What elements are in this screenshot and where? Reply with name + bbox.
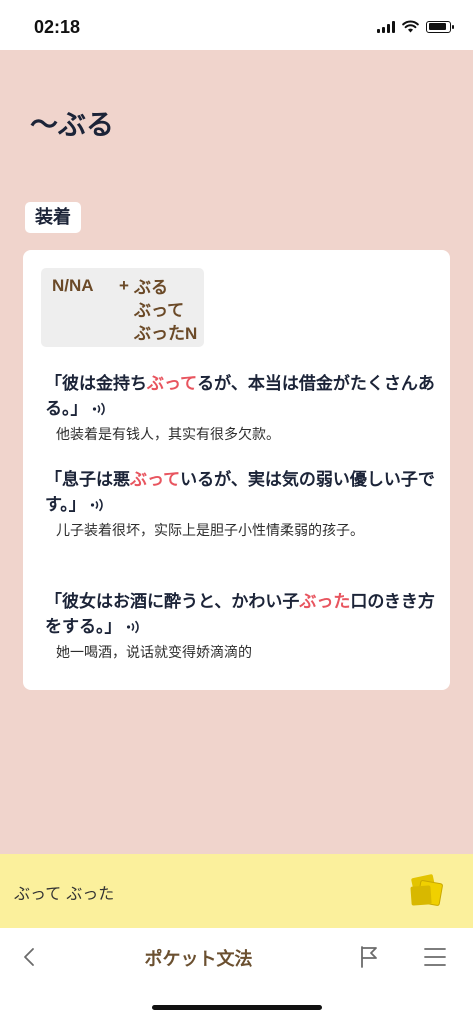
example-translation: 他装着是有钱人，其实有很多欠款。 <box>56 427 280 443</box>
example-sentence: 「彼女はお酒に酔うと、かわい子ぶった口のきき方をする。」 <box>45 590 445 640</box>
cellular-signal-icon <box>377 20 395 33</box>
formula-forms: ぶる ぶって ぶったN <box>134 276 197 345</box>
wifi-icon <box>402 20 419 33</box>
menu-icon[interactable] <box>424 946 446 968</box>
grammar-highlight: ぶって <box>130 470 181 490</box>
speaker-icon[interactable] <box>126 620 142 634</box>
formula-form: ぶったN <box>134 324 198 343</box>
section-label: 装着 <box>25 202 81 233</box>
speaker-icon[interactable] <box>90 498 106 512</box>
example-sentence: 「息子は悪ぶっているが、実は気の弱い優しい子です。」 <box>45 468 445 518</box>
example-sentence: 「彼は金持ちぶってるが、本当は借金がたくさんある。」 <box>45 372 445 422</box>
toolbar-title: ポケット文法 <box>144 949 253 970</box>
bottom-banner[interactable]: ぶって ぶった <box>0 854 473 928</box>
home-indicator <box>152 1005 322 1010</box>
formula-form: ぶる <box>134 278 168 297</box>
status-icons <box>377 20 454 33</box>
banner-text: ぶって ぶった <box>14 884 115 903</box>
speaker-icon[interactable] <box>92 402 108 416</box>
formula-base: N/NA <box>52 276 94 295</box>
page-title: 〜ぶる <box>30 108 115 141</box>
battery-icon <box>426 20 454 33</box>
sentence-part: 「息子は悪 <box>45 470 130 490</box>
example-item: 「彼女はお酒に酔うと、かわい子ぶった口のきき方をする。」 她一喝酒，说话就变得娇… <box>45 590 445 663</box>
example-item: 「彼は金持ちぶってるが、本当は借金がたくさんある。」 他装着是有钱人，其实有很多… <box>45 372 445 445</box>
formula-form: ぶって <box>134 301 185 320</box>
sentence-part: 「彼女はお酒に酔うと、かわい子 <box>45 592 300 612</box>
sentence-part: 「彼は金持ち <box>45 374 147 394</box>
formula-plus: + <box>119 276 129 295</box>
status-bar: 02:18 <box>0 0 473 50</box>
example-translation: 儿子装着很坏，实际上是胆子小性情柔弱的孩子。 <box>56 523 364 539</box>
example-translation: 她一喝酒，说话就变得娇滴滴的 <box>56 645 252 661</box>
conjugation-formula: N/NA + ぶる ぶって ぶったN <box>41 268 204 347</box>
status-time: 02:18 <box>34 17 81 37</box>
flag-icon[interactable] <box>358 944 380 970</box>
example-item: 「息子は悪ぶっているが、実は気の弱い優しい子です。」 儿子装着很坏，实际上是胆子… <box>45 468 445 541</box>
grammar-card: N/NA + ぶる ぶって ぶったN 「彼は金持ちぶってるが、本当は借金がたくさ… <box>23 250 450 690</box>
grammar-highlight: ぶった <box>299 592 351 612</box>
note-cards-icon[interactable] <box>407 873 447 909</box>
grammar-highlight: ぶって <box>147 374 198 394</box>
